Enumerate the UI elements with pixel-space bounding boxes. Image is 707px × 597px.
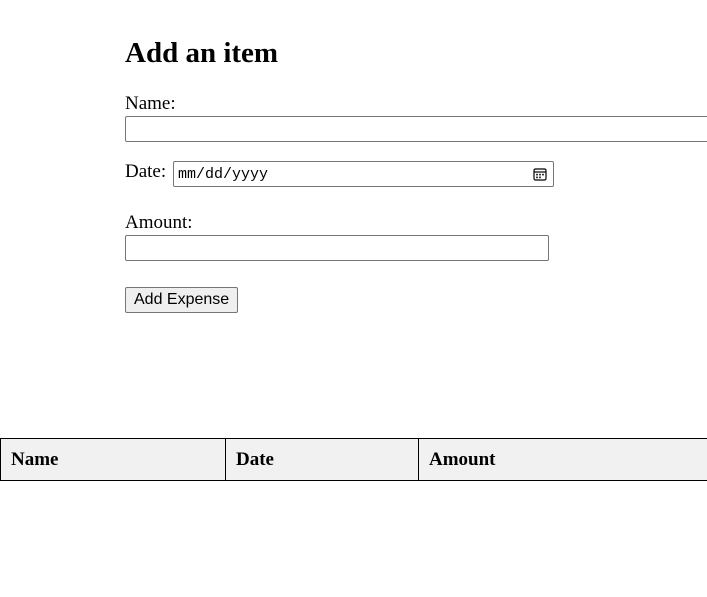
table-header-row: Name Date Amount (0, 438, 707, 481)
column-header-amount: Amount (418, 438, 707, 481)
calendar-icon[interactable] (533, 167, 547, 181)
date-placeholder: mm/dd/yyyy (178, 165, 269, 183)
add-expense-button[interactable]: Add Expense (125, 287, 239, 313)
amount-label: Amount: (125, 212, 193, 233)
date-label: Date: (125, 161, 167, 182)
column-header-name: Name (0, 438, 226, 481)
date-input[interactable]: mm/dd/yyyy (173, 161, 554, 187)
column-header-date: Date (225, 438, 419, 481)
name-input[interactable] (125, 116, 707, 142)
amount-input[interactable] (125, 235, 549, 261)
name-label: Name: (125, 93, 176, 114)
expenses-table: Name Date Amount (0, 438, 707, 481)
form-title: Add an item (125, 37, 279, 69)
